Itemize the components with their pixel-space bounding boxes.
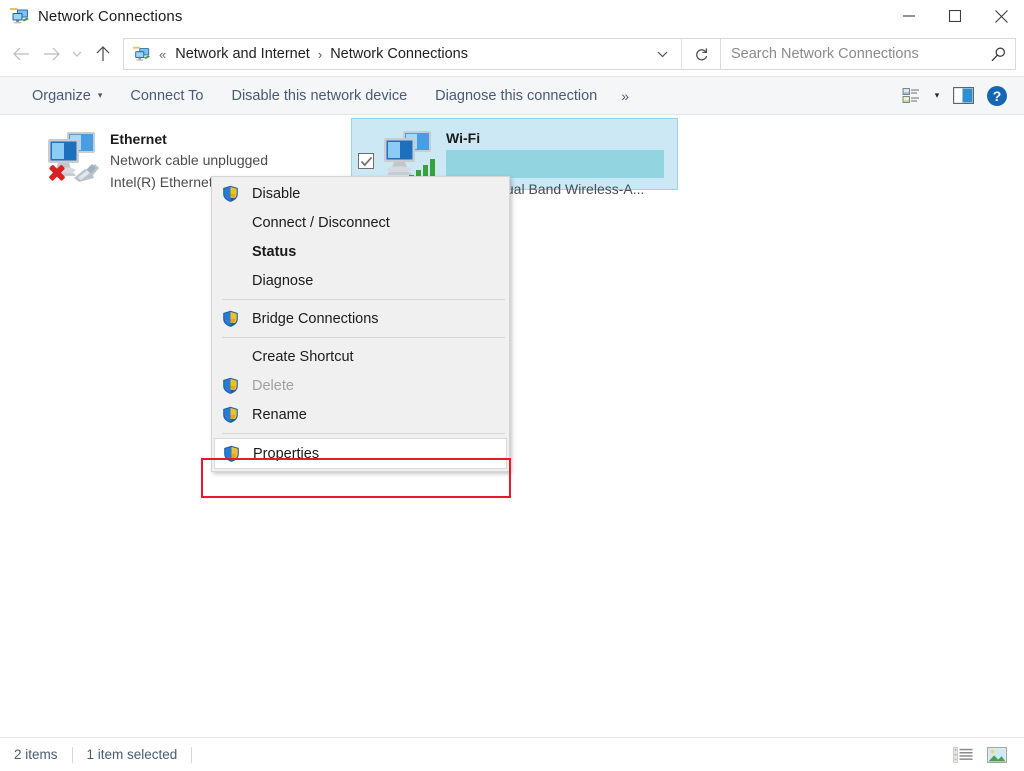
connection-ssid-redacted — [446, 150, 664, 178]
command-bar: Organize ▾ Connect To Disable this netwo… — [0, 76, 1024, 115]
svg-text:?: ? — [993, 88, 1002, 104]
organize-button[interactable]: Organize ▾ — [18, 77, 116, 114]
change-view-dropdown[interactable]: ▾ — [928, 79, 946, 113]
context-menu-item-diagnose[interactable]: Diagnose — [212, 266, 509, 295]
breadcrumb-separator[interactable]: › — [318, 47, 322, 62]
context-menu-label: Properties — [253, 446, 319, 462]
connect-to-button[interactable]: Connect To — [116, 77, 217, 114]
context-menu-label: Disable — [252, 186, 300, 202]
close-button[interactable] — [978, 0, 1024, 32]
uac-shield-icon — [223, 445, 240, 462]
uac-shield-icon — [222, 377, 239, 394]
context-menu-label: Connect / Disconnect — [252, 215, 390, 231]
refresh-button[interactable] — [682, 39, 720, 69]
breadcrumb-network-and-internet[interactable]: Network and Internet — [175, 46, 310, 62]
status-item-count: 2 items — [14, 747, 58, 762]
uac-shield-icon — [222, 406, 239, 423]
large-icons-view-icon[interactable] — [982, 742, 1012, 768]
context-menu-item-disable[interactable]: Disable — [212, 179, 509, 208]
context-menu-item-properties[interactable]: Properties — [214, 438, 507, 469]
details-view-icon[interactable] — [948, 742, 978, 768]
context-menu-item-bridge-connections[interactable]: Bridge Connections — [212, 304, 509, 333]
connection-checkbox-wifi[interactable] — [358, 153, 374, 169]
context-menu-item-delete: Delete — [212, 371, 509, 400]
context-menu-separator — [222, 337, 505, 338]
context-menu-item-rename[interactable]: Rename — [212, 400, 509, 429]
search-input[interactable]: Search Network Connections — [721, 46, 981, 62]
status-selection-count: 1 item selected — [87, 747, 178, 762]
address-dropdown-button[interactable] — [643, 39, 681, 69]
context-menu-separator — [222, 299, 505, 300]
status-bar: 2 items 1 item selected — [0, 737, 1024, 771]
window-title: Network Connections — [38, 8, 182, 25]
status-divider — [191, 747, 192, 763]
uac-shield-icon — [222, 185, 239, 202]
address-bar[interactable]: « Network and Internet › Network Connect… — [123, 38, 721, 70]
network-connections-icon — [9, 6, 31, 26]
recent-locations-button[interactable] — [66, 39, 88, 69]
search-box[interactable]: Search Network Connections — [721, 38, 1016, 70]
connection-name: Wi-Fi — [446, 129, 664, 148]
up-button[interactable] — [88, 39, 118, 69]
connections-list[interactable]: Ethernet Network cable unplugged Intel(R… — [0, 115, 1024, 737]
context-menu-label: Delete — [252, 378, 294, 394]
context-menu-item-connect-disconnect[interactable]: Connect / Disconnect — [212, 208, 509, 237]
forward-button[interactable] — [36, 39, 66, 69]
context-menu-label: Rename — [252, 407, 307, 423]
context-menu-item-status[interactable]: Status — [212, 237, 509, 266]
chevron-down-icon: ▾ — [98, 91, 103, 100]
maximize-button[interactable] — [932, 0, 978, 32]
disable-this-network-device-button[interactable]: Disable this network device — [217, 77, 421, 114]
context-menu-label: Diagnose — [252, 273, 313, 289]
connection-status: Network cable unplugged — [110, 149, 296, 171]
breadcrumb-network-icon — [132, 45, 152, 63]
context-menu-separator — [222, 433, 505, 434]
context-menu[interactable]: Disable Connect / Disconnect Status Diag… — [211, 176, 510, 472]
toolbar-overflow-button[interactable]: » — [611, 88, 638, 104]
status-divider — [72, 747, 73, 763]
diagnose-this-connection-button[interactable]: Diagnose this connection — [421, 77, 611, 114]
search-icon[interactable] — [981, 39, 1015, 69]
preview-pane-icon[interactable] — [946, 79, 980, 113]
organize-label: Organize — [32, 88, 91, 104]
connection-name: Ethernet — [110, 130, 296, 149]
uac-shield-icon — [222, 310, 239, 327]
context-menu-label: Status — [252, 244, 296, 260]
window-controls — [886, 0, 1024, 32]
breadcrumb-overflow[interactable]: « — [159, 47, 166, 62]
context-menu-item-create-shortcut[interactable]: Create Shortcut — [212, 342, 509, 371]
breadcrumb-network-connections[interactable]: Network Connections — [330, 46, 468, 62]
change-view-icon[interactable] — [894, 79, 928, 113]
context-menu-label: Bridge Connections — [252, 311, 379, 327]
help-icon[interactable]: ? — [980, 79, 1014, 113]
back-button[interactable] — [6, 39, 36, 69]
title-bar: Network Connections — [0, 0, 1024, 32]
minimize-button[interactable] — [886, 0, 932, 32]
context-menu-label: Create Shortcut — [252, 349, 354, 365]
network-connections-window: Network Connections — [0, 0, 1024, 771]
address-bar-row: « Network and Internet › Network Connect… — [0, 32, 1024, 76]
ethernet-adapter-icon — [40, 126, 104, 190]
